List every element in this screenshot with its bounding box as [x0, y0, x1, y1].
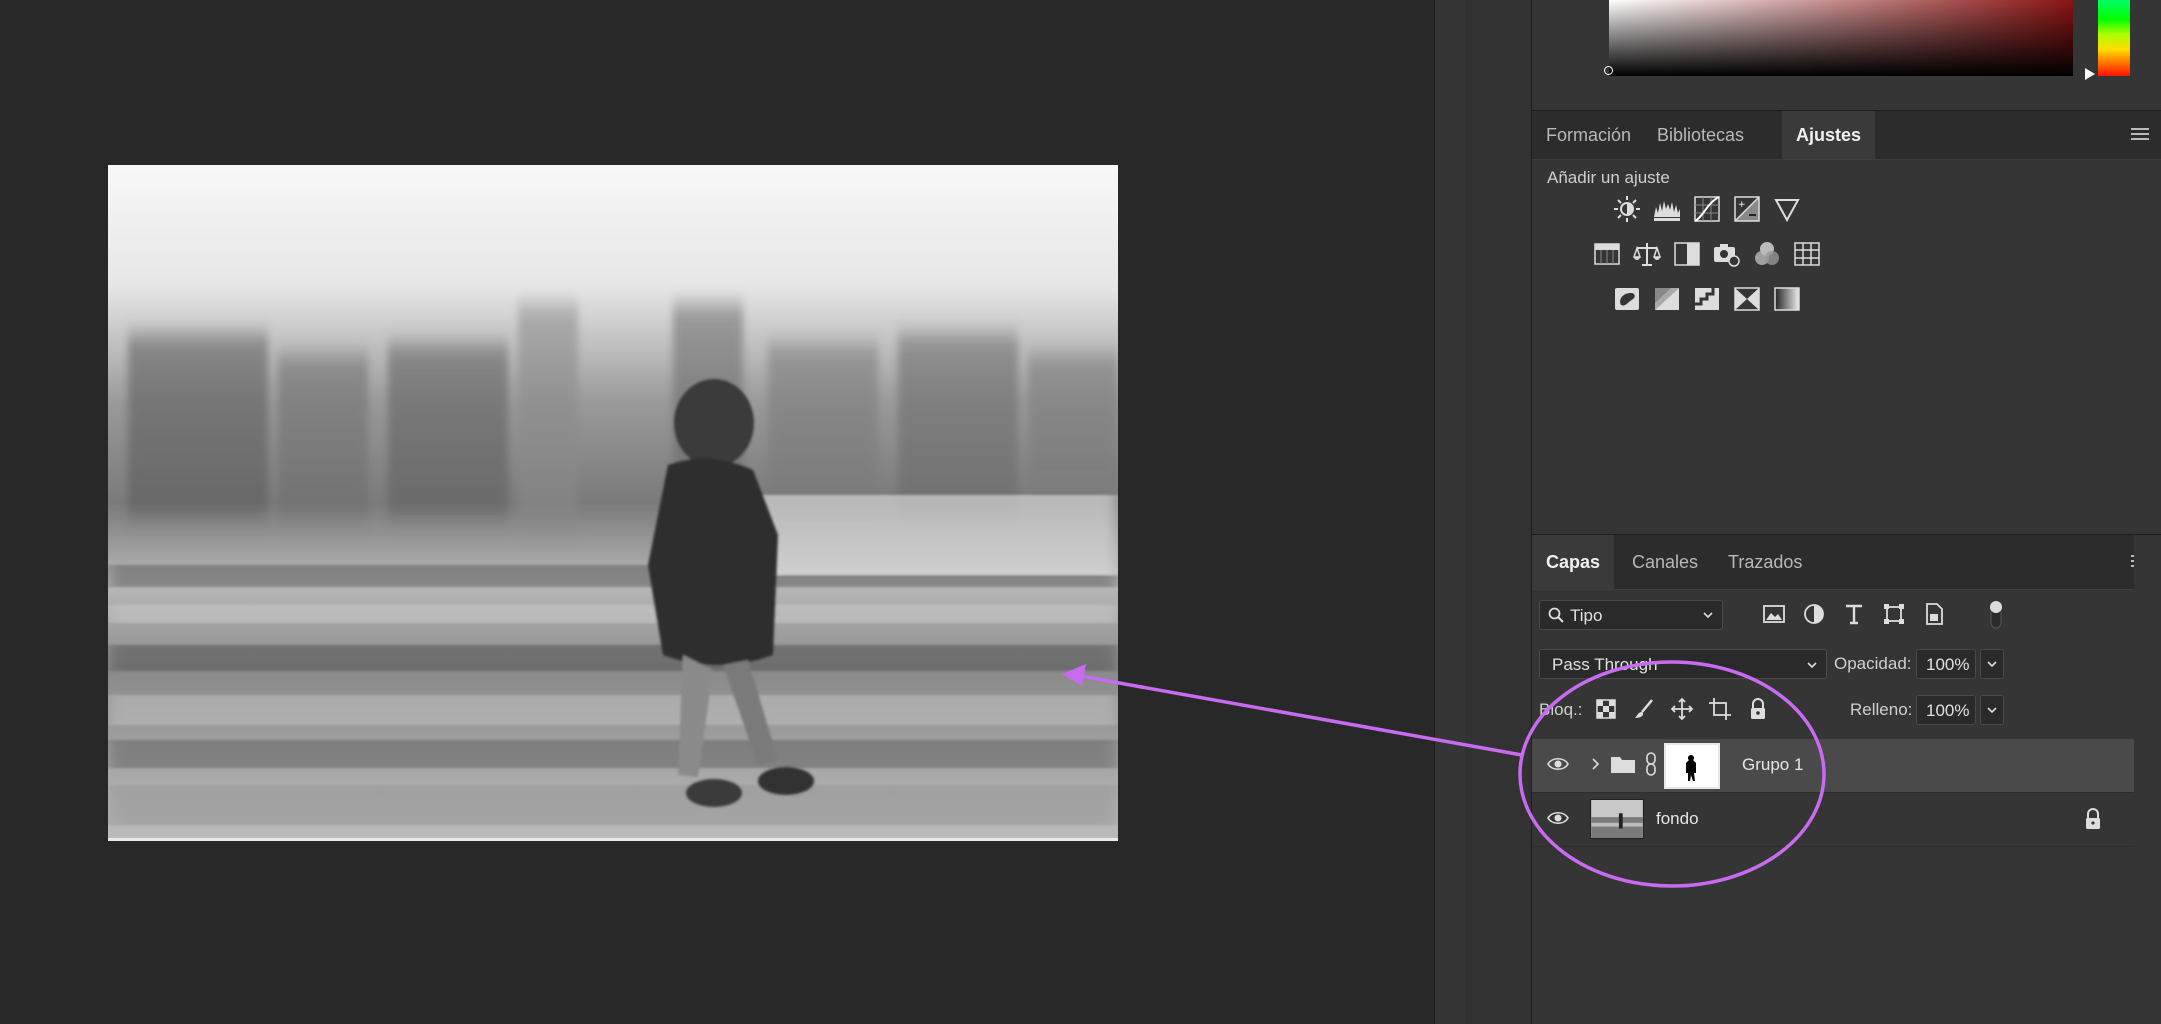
filter-smart-object-icon[interactable]: [1921, 601, 1947, 627]
layer-thumbnail[interactable]: [1590, 799, 1644, 839]
opacity-input[interactable]: 100%: [1916, 649, 1976, 679]
black-white-icon[interactable]: [1673, 240, 1701, 268]
brightness-contrast-icon[interactable]: [1613, 195, 1641, 223]
filter-shape-icon[interactable]: [1881, 601, 1907, 627]
color-field-knob[interactable]: [1604, 66, 1613, 75]
layer-row-grupo-1[interactable]: Grupo 1: [1532, 739, 2134, 793]
adjustments-heading: Añadir un ajuste: [1547, 168, 1670, 187]
search-icon: [1548, 607, 1564, 623]
color-balance-icon[interactable]: [1633, 240, 1661, 268]
tab-canales[interactable]: Canales: [1618, 535, 1712, 589]
threshold-icon[interactable]: [1693, 285, 1721, 313]
color-field[interactable]: [1609, 0, 2073, 76]
expand-chevron-icon[interactable]: [1590, 756, 1600, 772]
chevron-down-icon: [1987, 707, 1997, 714]
panel-dock-strip: [1465, 0, 1532, 1024]
selective-color-icon[interactable]: [1733, 285, 1761, 313]
fill-label: Relleno:: [1850, 700, 1913, 719]
tab-trazados[interactable]: Trazados: [1714, 535, 1816, 589]
mask-link-icon[interactable]: [1644, 751, 1658, 777]
lock-label: Bloq.:: [1539, 700, 1583, 719]
fill-input[interactable]: 100%: [1916, 695, 1976, 725]
opacity-dropdown[interactable]: [1980, 649, 2004, 679]
lock-all-icon[interactable]: [1746, 697, 1770, 721]
layer-name: fondo: [1656, 809, 1699, 828]
tab-formacion[interactable]: Formación: [1532, 111, 1645, 159]
motion-blur-photo: [108, 165, 1118, 841]
layers-tabbar: Capas Canales Trazados: [1532, 535, 2161, 590]
layers-panel: Capas Canales Trazados Tipo Pass Through…: [1532, 535, 2161, 1024]
channel-mixer-icon[interactable]: [1753, 240, 1781, 268]
hue-slider[interactable]: [2098, 0, 2130, 76]
layer-row-fondo[interactable]: fondo: [1532, 793, 2134, 847]
blend-mode-select[interactable]: Pass Through: [1539, 649, 1827, 679]
photo-filter-icon[interactable]: [1713, 240, 1741, 268]
layer-lock-icon[interactable]: [2084, 808, 2102, 830]
opacity-label: Opacidad:: [1834, 654, 1912, 673]
adjustments-panel: Formación Bibliotecas Ajustes Añadir un …: [1532, 111, 2161, 535]
levels-icon[interactable]: [1653, 195, 1681, 223]
chevron-down-icon: [1807, 662, 1817, 669]
filter-type-icon[interactable]: [1841, 601, 1867, 627]
visibility-eye-icon[interactable]: [1547, 756, 1569, 772]
document-canvas[interactable]: [0, 0, 1434, 1024]
chevron-down-icon: [1703, 612, 1713, 619]
lock-artboard-icon[interactable]: [1708, 697, 1732, 721]
tab-bibliotecas[interactable]: Bibliotecas: [1643, 111, 1758, 159]
folder-icon: [1611, 757, 1635, 773]
layer-name: Grupo 1: [1742, 755, 1804, 774]
layers-scrollbar[interactable]: [2134, 535, 2161, 1024]
blend-mode-value: Pass Through: [1552, 655, 1658, 674]
filter-adjustment-icon[interactable]: [1801, 601, 1827, 627]
document-image[interactable]: [108, 165, 1118, 841]
invert-icon[interactable]: [1613, 285, 1641, 313]
hue-saturation-icon[interactable]: [1593, 240, 1621, 268]
right-panel-column: Formación Bibliotecas Ajustes Añadir un …: [1532, 0, 2161, 1024]
layer-mask-thumbnail[interactable]: [1664, 743, 1720, 789]
vibrance-icon[interactable]: [1773, 195, 1801, 223]
filter-pixel-icon[interactable]: [1761, 601, 1787, 627]
gradient-map-icon[interactable]: [1773, 285, 1801, 313]
color-picker-panel: [1532, 0, 2161, 111]
exposure-icon[interactable]: +: [1733, 195, 1761, 223]
fill-dropdown[interactable]: [1980, 695, 2004, 725]
visibility-eye-icon[interactable]: [1547, 810, 1569, 826]
photoshop-window: Formación Bibliotecas Ajustes Añadir un …: [0, 0, 2161, 1024]
posterize-icon[interactable]: [1653, 285, 1681, 313]
tab-ajustes[interactable]: Ajustes: [1782, 111, 1876, 159]
panel-menu-icon[interactable]: [2131, 128, 2149, 142]
tab-capas[interactable]: Capas: [1532, 535, 1615, 589]
layer-filter-label: Tipo: [1570, 606, 1603, 625]
collapsed-panel-strip: [1434, 0, 1466, 1024]
lock-image-pixels-icon[interactable]: [1632, 697, 1656, 721]
hue-slider-knob[interactable]: [2085, 68, 2095, 80]
adjustments-tabbar: Formación Bibliotecas Ajustes: [1532, 111, 2161, 160]
color-lookup-icon[interactable]: [1793, 240, 1821, 268]
filter-toggle-switch[interactable]: [1990, 600, 2002, 630]
svg-text:+: +: [1738, 200, 1746, 210]
lock-transparent-pixels-icon[interactable]: [1594, 697, 1618, 721]
lock-position-icon[interactable]: [1670, 697, 1694, 721]
layer-filter-select[interactable]: Tipo: [1539, 600, 1723, 630]
curves-icon[interactable]: [1693, 195, 1721, 223]
chevron-down-icon: [1987, 661, 1997, 668]
